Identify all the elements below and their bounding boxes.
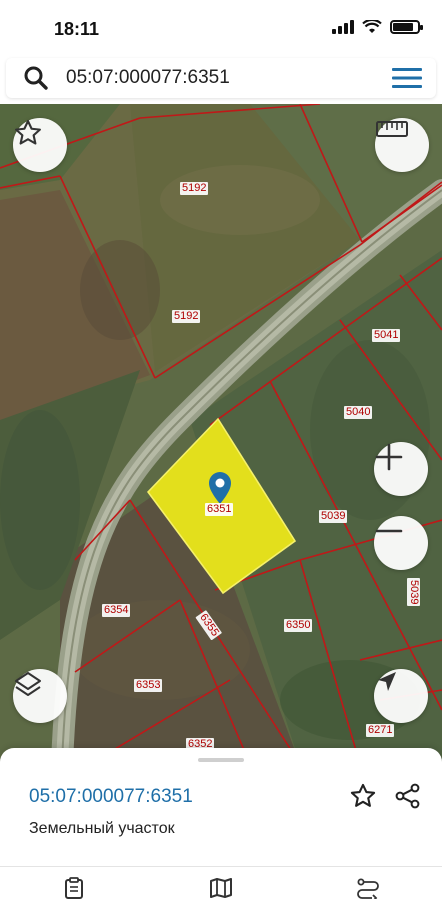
parcel-label[interactable]: 6350	[284, 619, 313, 632]
parcel-type: Земельный участок	[29, 820, 175, 837]
nav-item-map[interactable]	[147, 867, 294, 910]
minus-icon	[375, 529, 403, 533]
favorite-button[interactable]	[13, 118, 67, 172]
search-icon[interactable]	[6, 58, 66, 98]
status-time: 18:11	[54, 19, 100, 39]
bottom-navigation	[0, 866, 442, 910]
parcel-label[interactable]: 6354	[102, 604, 131, 617]
map-icon	[209, 878, 232, 898]
zoom-in-button[interactable]	[374, 442, 428, 496]
battery-icon	[390, 20, 423, 34]
route-icon	[357, 878, 380, 899]
star-icon	[350, 783, 376, 807]
parcel-label[interactable]: 5192	[180, 182, 209, 195]
search-input[interactable]	[66, 67, 378, 89]
nav-item-routes[interactable]	[295, 867, 442, 910]
parcel-label[interactable]: 6351	[205, 503, 234, 516]
status-bar: 18:11	[0, 0, 442, 56]
parcel-number: 05:07:000077:6351	[29, 786, 193, 807]
zoom-out-button[interactable]	[374, 516, 428, 570]
parcel-label[interactable]: 5039	[319, 510, 348, 523]
search-bar	[6, 58, 436, 98]
app-screen: 18:11 05:07:000077:6351 5192 5192 5041 5…	[0, 0, 442, 910]
hamburger-menu-icon[interactable]	[378, 58, 436, 98]
share-button[interactable]	[391, 779, 425, 813]
layers-button[interactable]	[13, 669, 67, 723]
signal-icon	[332, 20, 354, 34]
satellite-map	[0, 104, 442, 764]
share-icon	[395, 783, 420, 809]
parcel-label[interactable]: 5039	[407, 578, 420, 607]
nav-item-objects[interactable]	[0, 867, 147, 910]
parcel-label[interactable]: 5041	[372, 329, 401, 342]
card-favorite-button[interactable]	[346, 779, 380, 813]
my-location-button[interactable]	[374, 669, 428, 723]
clipboard-icon	[64, 877, 83, 899]
plus-icon	[375, 443, 403, 471]
ruler-button[interactable]	[375, 118, 429, 172]
status-icons	[332, 20, 423, 34]
parcel-label[interactable]: 5040	[344, 406, 373, 419]
star-icon	[15, 120, 41, 145]
wifi-icon	[362, 20, 382, 33]
parcel-label[interactable]: 5192	[172, 310, 201, 323]
layers-icon	[15, 672, 41, 696]
ruler-icon	[376, 121, 408, 137]
parcel-label[interactable]: 6353	[134, 679, 163, 692]
drag-handle[interactable]	[198, 758, 244, 762]
map-view[interactable]: 5192 5192 5041 5040 5039 6351 6354 6355 …	[0, 104, 442, 764]
navigation-arrow-icon	[378, 672, 396, 691]
parcel-label[interactable]: 6271	[366, 724, 395, 737]
